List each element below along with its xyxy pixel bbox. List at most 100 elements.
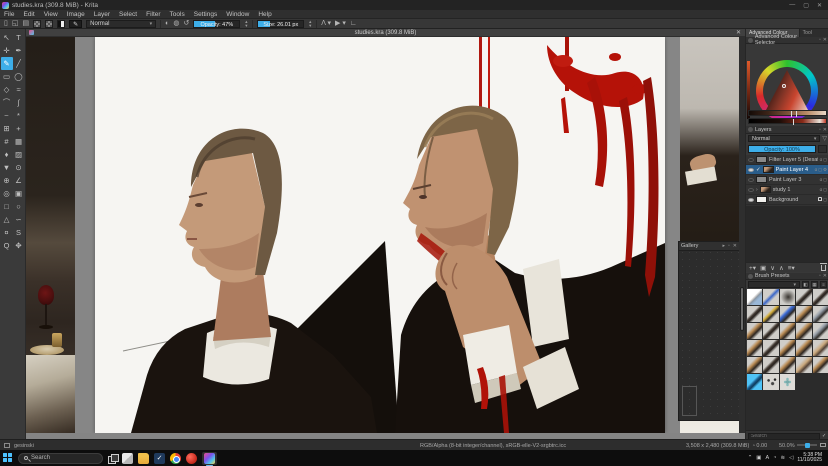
task-view-button[interactable]: [108, 454, 117, 463]
tool-similar-select[interactable]: ¤: [1, 226, 13, 239]
subwindow-close-icon[interactable]: ✕: [736, 29, 745, 36]
tool-freehand-brush[interactable]: ✎: [1, 57, 13, 70]
menu-edit[interactable]: Edit: [23, 11, 34, 18]
tool-smart-patch[interactable]: ⊕: [1, 174, 13, 187]
brush-preset[interactable]: [763, 289, 778, 305]
visibility-icon[interactable]: [748, 158, 754, 162]
layer-properties-button[interactable]: ≡▾: [788, 264, 795, 272]
layer-row-paint3[interactable]: Paint Layer 3 α◻: [746, 175, 828, 185]
layer-row-paint4[interactable]: ✓ Paint Layer 4 α◻⚙: [746, 165, 828, 175]
brush-preset[interactable]: [747, 289, 762, 305]
menu-select[interactable]: Select: [119, 11, 137, 18]
brush-preset[interactable]: [796, 289, 811, 305]
blend-mode-dropdown[interactable]: Normal ▾: [86, 20, 156, 28]
menu-view[interactable]: View: [44, 11, 58, 18]
tool-freehand-select[interactable]: ∽: [13, 213, 25, 226]
tool-crop[interactable]: #: [1, 135, 13, 148]
brush-preset[interactable]: [813, 340, 828, 356]
add-layer-button[interactable]: +▾: [749, 264, 756, 272]
wifi-icon[interactable]: ≋: [781, 455, 786, 461]
mirror-icon[interactable]: Λ ▾: [321, 20, 331, 28]
tool-ellipse-select[interactable]: ○: [13, 200, 25, 213]
brush-preset[interactable]: [747, 323, 762, 339]
brush-preset[interactable]: [780, 289, 795, 305]
taskbar-app-dark[interactable]: [154, 453, 165, 464]
canvas-angle[interactable]: 0.00: [752, 443, 767, 449]
file-explorer-icon[interactable]: [138, 453, 149, 464]
tool-gradient[interactable]: ▦: [13, 135, 25, 148]
docker-menu-icon[interactable]: [748, 127, 753, 132]
brush-preset[interactable]: [780, 357, 795, 373]
taskbar-app-stack[interactable]: [122, 453, 133, 464]
tool-fill[interactable]: ▼: [1, 161, 13, 174]
value-gradient-bar[interactable]: [748, 118, 827, 124]
float-docker-icon[interactable]: ▫: [819, 127, 821, 133]
brush-preset[interactable]: [763, 306, 778, 322]
brush-preset[interactable]: [780, 340, 795, 356]
move-layer-up-button[interactable]: ∧: [779, 264, 784, 272]
docker-menu-icon[interactable]: [748, 38, 753, 43]
brush-preset[interactable]: [763, 340, 778, 356]
tool-select-shapes[interactable]: ↖: [1, 31, 13, 44]
gallery-close-icon[interactable]: ✕: [733, 243, 737, 249]
brush-presets-header[interactable]: Brush Presets ▫ ✕: [746, 273, 828, 280]
float-docker-icon[interactable]: ▫: [819, 273, 821, 279]
tool-zoom[interactable]: Q: [1, 239, 13, 252]
gradient-swatch[interactable]: [57, 20, 65, 28]
tool-transform[interactable]: ⊞: [1, 122, 13, 135]
reload-preset-icon[interactable]: ↺: [183, 20, 189, 28]
layer-blend-dropdown[interactable]: Normal ▾: [748, 135, 820, 142]
taskbar-search[interactable]: Search: [18, 453, 103, 464]
brush-preset[interactable]: [796, 357, 811, 373]
volume-icon[interactable]: ◁: [789, 455, 793, 461]
selection-mode-icon[interactable]: [4, 443, 10, 448]
layer-row-filter[interactable]: Filter Layer 5 (Desat... α◻: [746, 155, 828, 165]
tool-pattern-edit[interactable]: ▨: [13, 148, 25, 161]
visibility-icon[interactable]: [748, 178, 754, 182]
taskbar-clock[interactable]: 5:38 PM 11/10/2025: [797, 453, 825, 464]
menu-settings[interactable]: Settings: [194, 11, 218, 18]
brush-preset[interactable]: [747, 357, 762, 373]
tray-box-icon[interactable]: ▣: [756, 455, 761, 461]
visibility-icon[interactable]: [748, 168, 754, 172]
wrap-around-icon[interactable]: ▶ ▾: [335, 20, 346, 28]
colour-history-bar[interactable]: [748, 110, 827, 116]
menu-image[interactable]: Image: [67, 11, 85, 18]
tool-dynamic-brush[interactable]: ~: [1, 109, 13, 122]
eraser-mode-icon[interactable]: ◐: [165, 20, 169, 28]
brush-preset-selected[interactable]: [747, 374, 762, 390]
close-docker-icon[interactable]: ✕: [823, 127, 827, 133]
pattern-swatch-2[interactable]: [45, 20, 53, 28]
fullscreen-icon[interactable]: [820, 443, 826, 447]
start-button[interactable]: [3, 453, 13, 463]
canvas-background[interactable]: Gallery ▸ ▫ ✕: [26, 37, 745, 433]
minimize-button[interactable]: —: [789, 2, 795, 9]
duplicate-layer-button[interactable]: ▣: [760, 264, 766, 272]
tool-enclose-fill[interactable]: ⊙: [13, 161, 25, 174]
tool-ellipse[interactable]: ◯: [13, 70, 25, 83]
filter-funnel-icon[interactable]: ▽: [822, 135, 827, 142]
tool-reference-images[interactable]: ▣: [13, 187, 25, 200]
layer-row-background[interactable]: Background ◻: [746, 195, 828, 205]
brush-preset[interactable]: [763, 374, 778, 390]
size-spinner[interactable]: ▲▼: [308, 20, 312, 28]
tool-polygon[interactable]: ◇: [1, 83, 13, 96]
brush-preset[interactable]: [813, 323, 828, 339]
tray-circle-icon[interactable]: ◔: [773, 455, 776, 461]
brush-preset[interactable]: [813, 289, 828, 305]
gallery-docker-header[interactable]: Gallery ▸ ▫ ✕: [679, 242, 739, 251]
colour-selector-header[interactable]: Advanced Colour Selector ▫ ✕: [746, 37, 828, 44]
brush-preset[interactable]: [813, 357, 828, 373]
visibility-icon[interactable]: [748, 188, 754, 192]
chrome-icon[interactable]: [170, 453, 181, 464]
open-document-icon[interactable]: ◱: [12, 20, 19, 28]
view-grid-icon[interactable]: ▦: [811, 281, 818, 288]
tag-filter-dropdown[interactable]: ▾: [748, 281, 800, 288]
brush-preset[interactable]: [813, 306, 828, 322]
layer-row-study1[interactable]: › study 1 α◻: [746, 185, 828, 195]
brush-preset[interactable]: [747, 306, 762, 322]
menu-tools[interactable]: Tools: [170, 11, 185, 18]
menu-window[interactable]: Window: [226, 11, 249, 18]
tool-bezier-select[interactable]: S: [13, 226, 25, 239]
tool-bezier-curve[interactable]: ⌒: [1, 96, 13, 109]
